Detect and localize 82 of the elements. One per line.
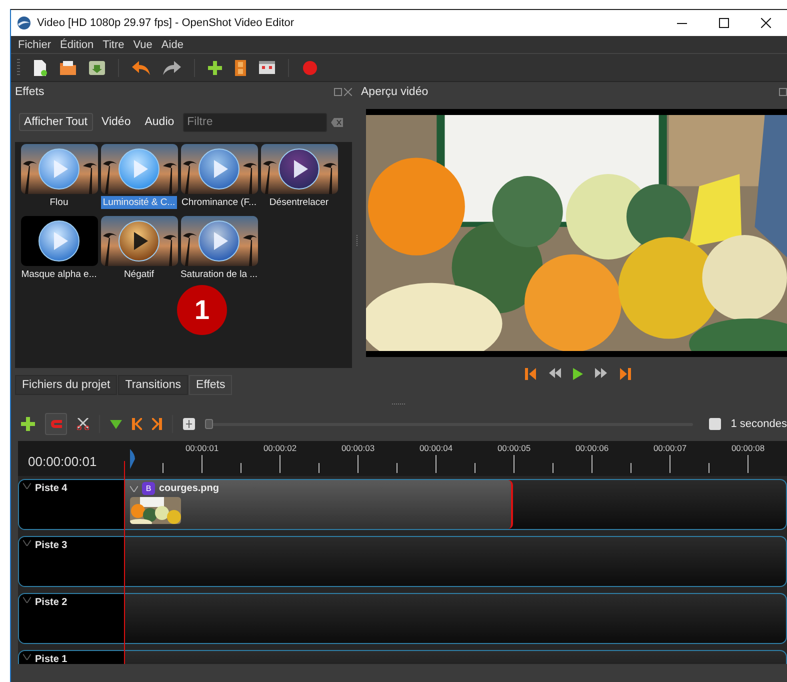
effect-item[interactable]: Luminosité & C... bbox=[100, 196, 178, 209]
time-label: 00:00:07 bbox=[653, 443, 687, 453]
track-name: Piste 3 bbox=[35, 540, 68, 551]
menu-item[interactable]: Fichier bbox=[18, 38, 52, 50]
next-marker-icon[interactable] bbox=[152, 418, 162, 430]
jump-start-icon[interactable] bbox=[525, 368, 537, 380]
effect-item[interactable]: Désentrelacer bbox=[267, 196, 331, 209]
add-track-icon[interactable] bbox=[21, 417, 35, 431]
search-field[interactable]: Filtre bbox=[183, 112, 328, 132]
effect-icon bbox=[20, 144, 98, 194]
window-title: Video [HD 1080p 29.97 fps] - OpenShot Video Editor bbox=[37, 17, 296, 29]
close-icon[interactable] bbox=[761, 18, 771, 28]
clip[interactable]: B courges.png bbox=[124, 480, 513, 529]
plus-icon[interactable] bbox=[208, 60, 222, 74]
zoom-slider[interactable] bbox=[205, 418, 213, 428]
fast-forward-icon[interactable] bbox=[595, 368, 607, 378]
effect-icon bbox=[180, 216, 258, 266]
undo-icon[interactable] bbox=[132, 60, 150, 74]
menu-item[interactable]: Titre bbox=[102, 38, 124, 50]
time-label: 00:00:01 bbox=[185, 443, 219, 453]
filter-button[interactable]: Afficher Tout bbox=[19, 113, 93, 131]
record-icon[interactable] bbox=[302, 60, 318, 76]
track-name: Piste 1 bbox=[35, 654, 68, 664]
zoom-label: 1 secondes bbox=[730, 418, 787, 430]
filter-button[interactable]: Audio bbox=[140, 113, 180, 131]
effect-item[interactable]: Négatif bbox=[122, 268, 156, 281]
filter-button[interactable]: Vidéo bbox=[96, 113, 136, 131]
time-label: 00:00:06 bbox=[575, 443, 609, 453]
effect-item[interactable]: Flou bbox=[48, 196, 70, 209]
magnet-icon bbox=[50, 419, 62, 429]
clip-badge: B bbox=[142, 482, 155, 495]
menu-item[interactable]: Édition bbox=[60, 38, 94, 50]
export-icon[interactable] bbox=[259, 61, 275, 74]
float-icon[interactable] bbox=[334, 88, 342, 96]
effect-icon bbox=[100, 144, 178, 194]
panel-title: Aperçu vidéo bbox=[361, 86, 428, 98]
tab[interactable]: Effets bbox=[189, 375, 232, 395]
previous-marker-icon[interactable] bbox=[132, 418, 142, 430]
tab[interactable]: Fichiers du projet bbox=[15, 375, 118, 395]
timecode: 00:00:00:01 bbox=[27, 453, 98, 471]
collapse-icon[interactable] bbox=[130, 486, 138, 492]
new-file-icon[interactable] bbox=[33, 60, 47, 76]
menu-item[interactable]: Aide bbox=[161, 38, 184, 50]
effect-icon bbox=[180, 144, 258, 194]
collapse-icon[interactable] bbox=[23, 654, 31, 660]
float-icon[interactable] bbox=[779, 88, 787, 96]
maximize-icon[interactable] bbox=[719, 18, 729, 28]
jump-end-icon[interactable] bbox=[619, 368, 631, 380]
app-logo-icon bbox=[17, 16, 31, 30]
effect-icon bbox=[20, 216, 98, 266]
film-icon[interactable] bbox=[235, 60, 246, 76]
time-label: 00:00:04 bbox=[419, 443, 453, 453]
effect-icon bbox=[100, 216, 178, 266]
splitter-handle-icon[interactable] bbox=[392, 402, 406, 404]
time-label: 00:00:05 bbox=[497, 443, 531, 453]
menu-item[interactable]: Vue bbox=[133, 38, 152, 50]
track-name: Piste 4 bbox=[35, 483, 68, 494]
effect-item[interactable]: Chrominance (F... bbox=[180, 196, 258, 209]
effect-item[interactable]: Saturation de la ... bbox=[178, 268, 260, 281]
time-label: 00:00:02 bbox=[263, 443, 297, 453]
tab[interactable]: Transitions bbox=[118, 375, 188, 395]
marker-icon[interactable] bbox=[110, 420, 122, 428]
center-timeline-icon[interactable] bbox=[183, 418, 195, 430]
folder-icon[interactable] bbox=[60, 60, 76, 74]
panel-title: Effets bbox=[15, 86, 44, 98]
play-icon[interactable] bbox=[573, 368, 583, 380]
razor-icon[interactable] bbox=[77, 418, 89, 430]
rewind-icon[interactable] bbox=[549, 368, 561, 378]
clear-icon[interactable] bbox=[331, 118, 344, 126]
track-name: Piste 2 bbox=[35, 597, 68, 608]
step-badge: 1 bbox=[177, 285, 227, 335]
effect-item[interactable]: Masque alpha e... bbox=[19, 268, 99, 281]
collapse-icon[interactable] bbox=[23, 483, 31, 489]
redo-icon[interactable] bbox=[163, 60, 181, 74]
collapse-icon[interactable] bbox=[23, 597, 31, 603]
effect-icon bbox=[260, 144, 338, 194]
splitter-handle-icon[interactable] bbox=[356, 235, 358, 247]
time-label: 00:00:03 bbox=[341, 443, 375, 453]
collapse-icon[interactable] bbox=[23, 540, 31, 546]
time-label: 00:00:08 bbox=[731, 443, 765, 453]
clip-name: courges.png bbox=[159, 483, 220, 494]
save-icon[interactable] bbox=[89, 60, 105, 74]
